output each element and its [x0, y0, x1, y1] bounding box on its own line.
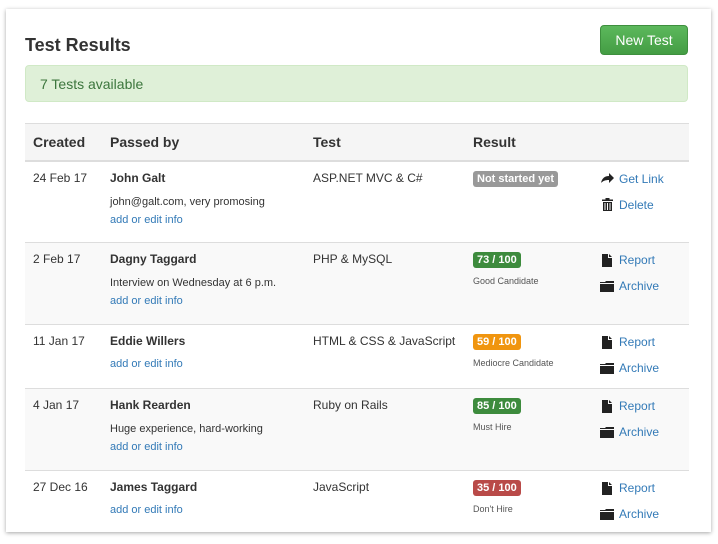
report-action[interactable]: Report	[599, 398, 689, 414]
archive-action[interactable]: Archive	[599, 506, 689, 522]
result-badge: Not started yet	[473, 170, 559, 187]
row-actions: Report Archive	[599, 388, 689, 471]
candidate-name: Dagny Taggard	[110, 252, 197, 266]
column-header-passed-by: Passed by	[102, 123, 305, 162]
row-actions: Report Archive	[599, 242, 689, 325]
candidate-name: Eddie Willers	[110, 334, 186, 348]
folder-icon	[599, 280, 615, 292]
action-label: Report	[619, 253, 656, 267]
add-or-edit-info-link[interactable]: add or edit info	[110, 358, 183, 370]
folder-icon	[599, 508, 615, 520]
file-icon	[599, 481, 615, 495]
candidate-name: Hank Rearden	[110, 398, 191, 412]
result-badge: 73 / 100	[473, 252, 521, 268]
created-date: 11 Jan 17	[33, 334, 85, 348]
archive-action[interactable]: Archive	[599, 360, 689, 376]
archive-action[interactable]: Archive	[599, 278, 689, 294]
action-label: Get Link	[619, 171, 664, 186]
tests-available-alert: 7 Tests available	[25, 65, 688, 102]
column-header-test: Test	[305, 123, 465, 162]
result-verdict: Don't Hire	[473, 504, 513, 514]
column-header-actions	[599, 123, 689, 162]
alert-text: 7 Tests available	[40, 76, 144, 92]
table-row: 4 Jan 17 Hank Rearden Huge experience, h…	[25, 388, 689, 471]
file-icon	[599, 335, 615, 349]
delete-action[interactable]: Delete	[599, 197, 689, 213]
add-or-edit-info-link[interactable]: add or edit info	[110, 295, 183, 307]
result-verdict: Must Hire	[473, 422, 512, 432]
add-or-edit-info-link[interactable]: add or edit info	[110, 441, 183, 453]
row-actions: Report Archive	[599, 470, 689, 533]
test-name: ASP.NET MVC & C#	[313, 170, 423, 185]
archive-action[interactable]: Archive	[599, 424, 689, 440]
result-badge: 35 / 100	[473, 480, 521, 496]
action-label: Archive	[619, 507, 660, 521]
created-date: 24 Feb 17	[33, 170, 88, 185]
candidate-name: James Taggard	[110, 480, 198, 494]
created-date: 4 Jan 17	[33, 398, 80, 412]
page-title: Test Results	[25, 35, 131, 55]
action-label: Report	[619, 335, 656, 349]
row-actions: Report Archive	[599, 324, 689, 389]
test-results-panel: Test Results New Test 7 Tests available …	[6, 9, 711, 533]
row-actions: Get Link Delete	[599, 160, 689, 243]
new-test-button[interactable]: New Test	[600, 25, 688, 55]
test-name: JavaScript	[313, 480, 370, 494]
add-or-edit-info-link[interactable]: add or edit info	[110, 504, 183, 516]
table-header-row: Created Passed by Test Result	[25, 123, 689, 162]
column-header-result: Result	[465, 123, 599, 162]
folder-icon	[599, 426, 615, 438]
report-action[interactable]: Report	[599, 252, 689, 268]
result-verdict: Mediocre Candidate	[473, 358, 554, 368]
results-table: Created Passed by Test Result 24 Feb 17 …	[25, 123, 689, 533]
action-label: Report	[619, 481, 656, 495]
column-header-created: Created	[25, 123, 102, 162]
file-icon	[599, 253, 615, 267]
test-name: HTML & CSS & JavaScript	[313, 334, 456, 348]
table-row: 11 Jan 17 Eddie Willers add or edit info…	[25, 324, 689, 389]
candidate-note: john@galt.com, very promosing	[110, 195, 265, 208]
test-name: PHP & MySQL	[313, 252, 393, 266]
action-label: Archive	[619, 425, 660, 439]
candidate-note: Huge experience, hard-working	[110, 423, 263, 435]
action-label: Archive	[619, 361, 660, 375]
get-link-action[interactable]: Get Link	[599, 171, 689, 187]
result-badge: 85 / 100	[473, 398, 521, 414]
test-name: Ruby on Rails	[313, 398, 388, 412]
share-icon	[599, 173, 615, 184]
action-label: Delete	[619, 197, 654, 212]
action-label: Report	[619, 399, 656, 413]
result-verdict: Good Candidate	[473, 276, 539, 286]
action-label: Archive	[619, 279, 660, 293]
trash-icon	[599, 198, 615, 211]
file-icon	[599, 399, 615, 413]
created-date: 27 Dec 16	[33, 480, 88, 494]
table-row: 2 Feb 17 Dagny Taggard Interview on Wedn…	[25, 242, 689, 325]
result-badge: 59 / 100	[473, 334, 521, 350]
report-action[interactable]: Report	[599, 480, 689, 496]
report-action[interactable]: Report	[599, 334, 689, 350]
candidate-note: Interview on Wednesday at 6 p.m.	[110, 277, 277, 289]
table-row: 24 Feb 17 John Galt john@galt.com, very …	[25, 160, 689, 243]
add-or-edit-info-link[interactable]: add or edit info	[110, 214, 183, 226]
table-row: 27 Dec 16 James Taggard add or edit info…	[25, 470, 689, 533]
candidate-name: John Galt	[110, 170, 166, 185]
folder-icon	[599, 362, 615, 374]
created-date: 2 Feb 17	[33, 252, 81, 266]
